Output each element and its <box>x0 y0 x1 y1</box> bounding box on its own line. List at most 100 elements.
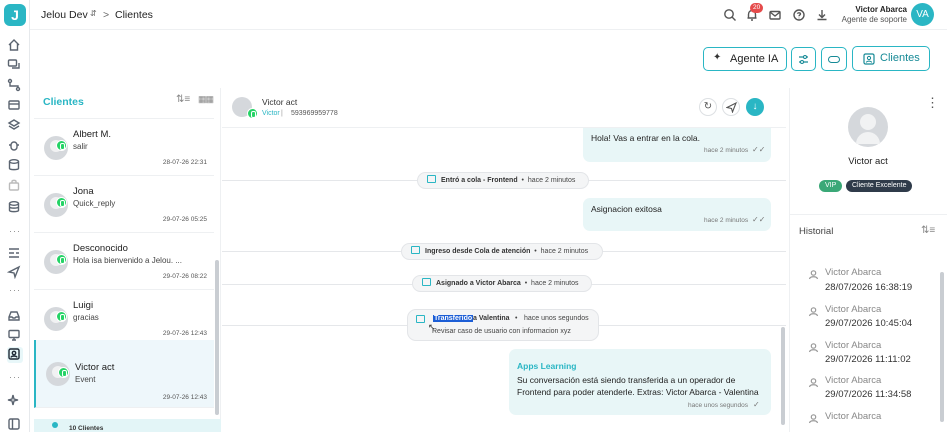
clients-toggle-label: Clientes <box>880 52 920 64</box>
rail-separator-dots: ··· <box>9 226 21 236</box>
bot-message-text: Su conversación está siendo transferida … <box>517 375 759 397</box>
history-agent: Victor Abarca <box>825 411 882 422</box>
transfer-time: hace unos segundos <box>524 315 589 322</box>
agent-icon <box>808 342 819 353</box>
contact-phone: 593969959778 <box>291 110 338 117</box>
client-item[interactable]: Luigi gracias 29-07-26 12:43 <box>34 290 214 347</box>
sliders-icon <box>799 55 808 64</box>
calendar-icon <box>422 278 431 286</box>
calendar-icon <box>416 315 425 323</box>
clients-scrollbar[interactable] <box>215 260 219 415</box>
whatsapp-icon <box>247 108 258 119</box>
agent-ia-button[interactable]: ✦ Agente IA <box>703 47 787 71</box>
app-logo[interactable]: J <box>4 4 26 26</box>
contacts-icon[interactable] <box>7 347 23 363</box>
shopping-bag-icon[interactable] <box>7 178 23 194</box>
agent-icon <box>808 269 819 280</box>
whatsapp-icon <box>56 140 67 151</box>
client-item[interactable]: Albert M. salir 28-07-26 22:31 <box>34 119 214 176</box>
chat-bubbles-icon[interactable] <box>7 58 23 74</box>
user-name[interactable]: Victor Abarca <box>855 5 907 14</box>
tray-icon[interactable] <box>7 309 23 325</box>
whatsapp-icon <box>56 311 67 322</box>
client-time: 29-07-26 12:43 <box>162 394 207 401</box>
history-agent: Victor Abarca <box>825 375 882 386</box>
refresh-icon[interactable]: ↻ <box>699 98 717 116</box>
history-agent: Victor Abarca <box>825 304 882 315</box>
search-icon[interactable] <box>723 8 737 22</box>
status-dot <box>52 422 58 428</box>
client-item[interactable]: Desconocido Hola isa bienvenido a Jelou.… <box>34 233 214 290</box>
grid-view-icon[interactable]: ▦▦ <box>198 94 214 105</box>
tag-vip[interactable]: VIP <box>819 180 843 192</box>
history-date: 28/07/2026 16:38:19 <box>825 282 913 293</box>
more-options-icon[interactable]: ⋮ <box>926 96 939 109</box>
inbox-icon[interactable] <box>7 98 23 114</box>
flow-icon[interactable] <box>7 78 23 94</box>
client-last-message: Quick_reply <box>73 199 116 208</box>
send-icon[interactable] <box>722 98 740 116</box>
history-date: 29/07/2026 11:11:02 <box>825 354 911 365</box>
bot-message-bubble: Apps Learning Su conversación está siend… <box>509 349 771 415</box>
tag-button[interactable] <box>821 47 847 71</box>
clients-footer: 10 Clientes <box>34 419 221 432</box>
history-agent: Victor Abarca <box>825 267 882 278</box>
storage-icon[interactable] <box>7 200 23 216</box>
client-time: 29-07-26 05:25 <box>162 216 207 223</box>
history-date: 29/07/2026 11:34:58 <box>825 389 912 400</box>
client-item[interactable]: Jona Quick_reply 29-07-26 05:25 <box>34 176 214 233</box>
sort-icon[interactable]: ⇅≡ <box>176 94 190 105</box>
contact-card-icon <box>863 53 875 65</box>
profile-avatar <box>848 107 888 147</box>
history-sort-icon[interactable]: ⇅≡ <box>921 225 935 236</box>
history-date: 29/07/2026 10:45:04 <box>825 318 913 329</box>
clients-panel-title: Clientes <box>43 96 84 108</box>
client-name: Jona <box>73 186 94 197</box>
user-avatar[interactable]: VA <box>911 3 934 26</box>
client-time: 29-07-26 12:43 <box>162 330 207 337</box>
database-icon[interactable] <box>7 158 23 174</box>
clients-toggle-button[interactable]: Clientes <box>852 46 930 71</box>
workspace-name[interactable]: Jelou Dev <box>41 9 88 21</box>
filters-button[interactable] <box>791 47 816 71</box>
monitor-icon[interactable] <box>7 328 23 344</box>
clients-panel: Clientes ⇅≡ ▦▦ Albert M. salir 28-07-26 … <box>34 88 221 432</box>
client-name: Luigi <box>73 300 94 311</box>
page-title: Clientes <box>115 9 153 21</box>
layers-icon[interactable] <box>7 118 23 134</box>
chat-scrollbar[interactable] <box>781 327 785 425</box>
clients-count: 10 Clientes <box>69 425 104 432</box>
event-transferred: Transferido a Valentina • hace unos segu… <box>407 309 599 341</box>
help-icon[interactable] <box>792 8 806 22</box>
contact-sub-name: Victor <box>262 110 280 117</box>
agent-icon <box>808 413 819 424</box>
profile-name: Victor act <box>848 156 888 167</box>
history-scrollbar[interactable] <box>940 272 944 422</box>
whatsapp-icon <box>56 197 67 208</box>
history-title: Historial <box>799 226 834 237</box>
client-name: Albert M. <box>73 129 112 140</box>
mail-icon[interactable] <box>768 8 782 22</box>
contact-name: Victor act <box>262 97 298 107</box>
send-icon[interactable] <box>6 265 23 281</box>
sidebar-toggle-icon[interactable] <box>7 417 23 432</box>
download-icon[interactable] <box>815 8 829 22</box>
dashboard-icon[interactable] <box>7 246 23 262</box>
notification-badge: 20 <box>750 3 764 13</box>
mouse-cursor: ↖ <box>428 322 436 332</box>
event-queue-entry: Ingreso desde Cola de atención • hace 2 … <box>401 243 603 260</box>
client-last-message: salir <box>73 142 88 151</box>
user-role: Agente de soporte <box>841 15 907 24</box>
bot-message-time: hace unos segundos <box>688 402 748 409</box>
home-icon[interactable] <box>7 38 23 54</box>
bug-icon[interactable] <box>7 138 23 154</box>
sparkles-icon[interactable] <box>7 393 23 409</box>
tag-cliente-excelente[interactable]: Cliente Excelente <box>846 180 913 192</box>
client-item-selected[interactable]: Victor act Event 29-07-26 12:43 <box>34 340 214 408</box>
client-time: 28-07-26 22:31 <box>162 159 207 166</box>
left-rail: J ··· ··· ··· <box>0 0 30 432</box>
scroll-down-icon[interactable]: ↓ <box>746 98 764 116</box>
rail-separator-dots-3: ··· <box>9 372 21 382</box>
client-time: 29-07-26 08:22 <box>162 273 207 280</box>
workspace-switch-icon[interactable]: ⇵ <box>90 9 97 18</box>
